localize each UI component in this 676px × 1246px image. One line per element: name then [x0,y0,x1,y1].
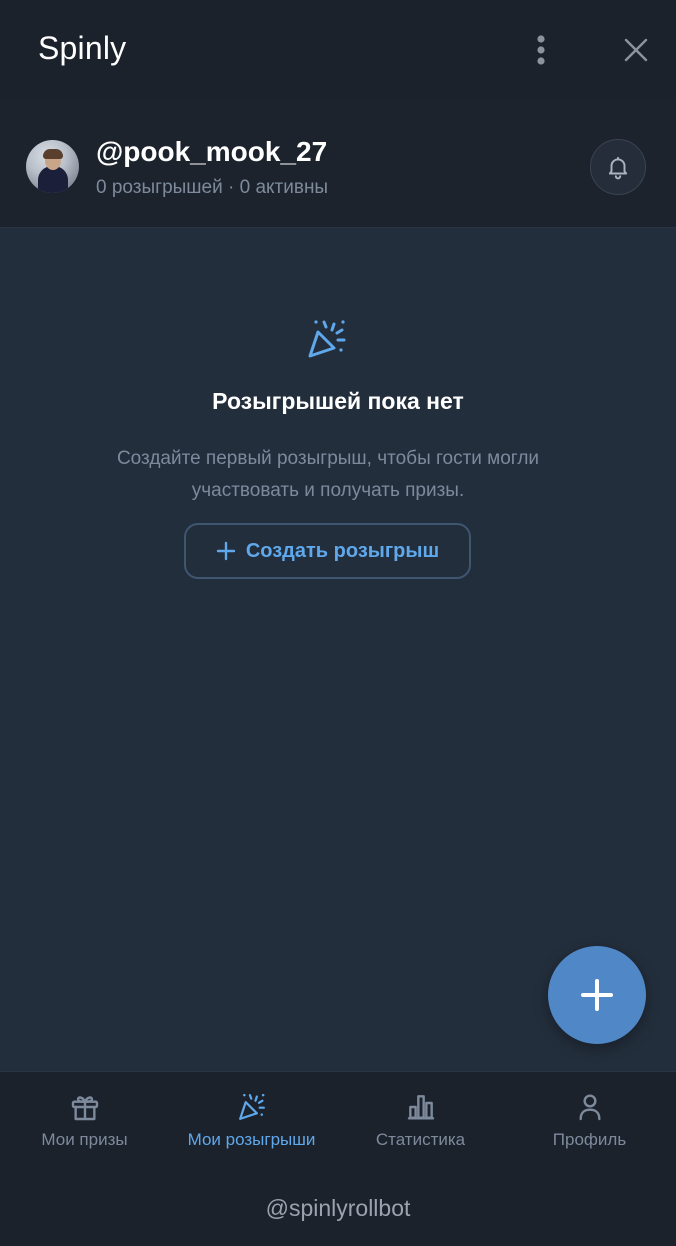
app-window: Spinly @pook_mook_27 0 розыгрышей · 0 ак… [0,0,676,1246]
user-icon [573,1090,607,1124]
nav-label: Мои призы [41,1130,128,1149]
bot-handle[interactable]: @spinlyrollbot [0,1195,676,1222]
create-giveaway-label: Создать розыгрыш [245,539,440,562]
bottom-nav: Мои призы Мои розыгрыши Статистика Профи… [0,1071,676,1161]
username: @pook_mook_27 [96,136,328,167]
plus-icon [581,979,613,1011]
nav-item-my-giveaways[interactable]: Мои розыгрыши [167,1072,336,1162]
party-popper-icon [235,1090,269,1124]
close-icon [624,38,648,62]
profile-header: @pook_mook_27 0 розыгрышей · 0 активны [0,100,676,228]
party-popper-icon [304,316,350,362]
title-bar: Spinly [0,0,676,100]
avatar[interactable] [26,140,79,193]
nav-label: Статистика [375,1130,466,1149]
nav-item-my-prizes[interactable]: Мои призы [0,1072,169,1162]
nav-item-statistics[interactable]: Статистика [336,1072,505,1162]
empty-state-description: Создайте первый розыгрыш, чтобы гости мо… [116,448,540,501]
add-giveaway-fab[interactable] [548,946,646,1044]
nav-item-profile[interactable]: Профиль [505,1072,674,1162]
plus-icon [216,541,236,561]
nav-label: Мои розыгрыши [187,1130,316,1149]
notifications-button[interactable] [590,139,646,195]
more-menu-button[interactable] [522,28,560,72]
empty-state-title: Розыгрышей пока нет [212,388,464,414]
nav-label: Профиль [552,1130,627,1149]
bell-icon [608,156,628,180]
gift-icon [68,1090,102,1124]
profile-stats: 0 розыгрышей · 0 активны [96,177,329,198]
close-button[interactable] [614,28,658,72]
footer: @spinlyrollbot [0,1161,676,1246]
app-title: Spinly [38,30,127,66]
bar-chart-icon [404,1090,438,1124]
main-content: Розыгрышей пока нет Создайте первый розы… [0,228,676,1071]
create-giveaway-button[interactable]: Создать розыгрыш [184,523,471,579]
more-vertical-icon [537,35,545,65]
